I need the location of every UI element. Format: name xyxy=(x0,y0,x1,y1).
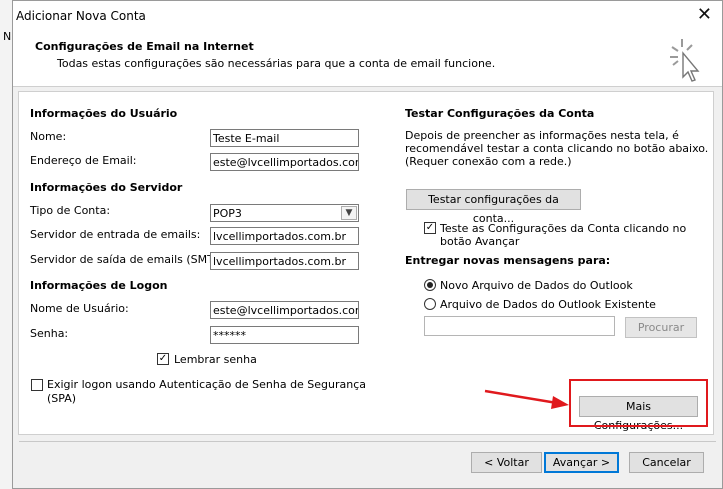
email-label: Endereço de Email: xyxy=(30,154,137,167)
header-title: Configurações de Email na Internet xyxy=(35,40,254,53)
cursor-click-icon xyxy=(670,39,700,82)
auto-test-label-line2: botão Avançar xyxy=(440,235,520,248)
existing-data-file-radio[interactable] xyxy=(424,298,436,310)
test-account-button[interactable]: Testar configurações da conta... xyxy=(406,189,581,225)
browse-button[interactable]: Procurar xyxy=(625,317,697,338)
spa-label-line2: (SPA) xyxy=(47,392,77,405)
outgoing-server-label: Servidor de saída de emails (SMTP): xyxy=(30,253,229,266)
server-info-heading: Informações do Servidor xyxy=(30,181,183,194)
test-desc-line2: recomendável testar a conta clicando no … xyxy=(405,142,709,155)
email-field[interactable]: este@lvcellimportados.com.br xyxy=(210,153,359,171)
title-bar: Adicionar Nova Conta ✕ xyxy=(13,1,722,31)
password-field[interactable]: ****** xyxy=(210,326,359,344)
delivery-heading: Entregar novas mensagens para: xyxy=(405,254,611,267)
remember-password-checkbox[interactable]: ✓ xyxy=(157,353,169,365)
window-title: Adicionar Nova Conta xyxy=(16,9,146,23)
auto-test-checkbox[interactable]: ✓ xyxy=(424,222,436,234)
test-desc-line3: (Requer conexão com a rede.) xyxy=(405,155,572,168)
incoming-server-label: Servidor de entrada de emails: xyxy=(30,228,201,241)
account-type-label: Tipo de Conta: xyxy=(30,204,111,217)
spa-checkbox[interactable] xyxy=(31,379,43,391)
add-account-dialog: Adicionar Nova Conta ✕ Configurações de … xyxy=(12,0,723,489)
user-info-heading: Informações do Usuário xyxy=(30,107,178,120)
existing-data-file-label: Arquivo de Dados do Outlook Existente xyxy=(440,298,656,311)
username-field[interactable]: este@lvcellimportados.com.br xyxy=(210,301,359,319)
password-label: Senha: xyxy=(30,327,69,340)
header-band: Configurações de Email na Internet Todas… xyxy=(13,31,722,87)
name-label: Nome: xyxy=(30,130,67,143)
account-type-select[interactable]: POP3 ▼ xyxy=(210,204,359,222)
annotation-arrow-icon xyxy=(484,389,569,409)
data-file-path-field[interactable] xyxy=(424,316,615,336)
account-type-value: POP3 xyxy=(213,207,242,220)
new-data-file-label: Novo Arquivo de Dados do Outlook xyxy=(440,279,633,292)
header-subtitle: Todas estas configurações são necessária… xyxy=(57,57,496,70)
chevron-down-icon[interactable]: ▼ xyxy=(341,206,357,220)
remember-password-label: Lembrar senha xyxy=(174,353,257,366)
footer-divider xyxy=(19,441,716,442)
incoming-server-field[interactable]: lvcellimportados.com.br xyxy=(210,227,359,245)
background-window-glyph: N xyxy=(3,30,12,43)
test-desc-line1: Depois de preencher as informações nesta… xyxy=(405,129,679,142)
name-field[interactable]: Teste E-mail xyxy=(210,129,359,147)
test-settings-heading: Testar Configurações da Conta xyxy=(405,107,595,120)
cancel-button[interactable]: Cancelar xyxy=(629,452,704,473)
annotation-highlight-box xyxy=(569,379,708,427)
new-data-file-radio[interactable] xyxy=(424,279,436,291)
outgoing-server-field[interactable]: lvcellimportados.com.br xyxy=(210,252,359,270)
back-button[interactable]: < Voltar xyxy=(471,452,542,473)
auto-test-label-line1: Teste as Configurações da Conta clicando… xyxy=(440,222,687,235)
close-icon[interactable]: ✕ xyxy=(697,5,712,25)
next-button[interactable]: Avançar > xyxy=(544,452,619,473)
logon-info-heading: Informações de Logon xyxy=(30,279,168,292)
username-label: Nome de Usuário: xyxy=(30,302,129,315)
spa-label-line1: Exigir logon usando Autenticação de Senh… xyxy=(47,378,367,391)
